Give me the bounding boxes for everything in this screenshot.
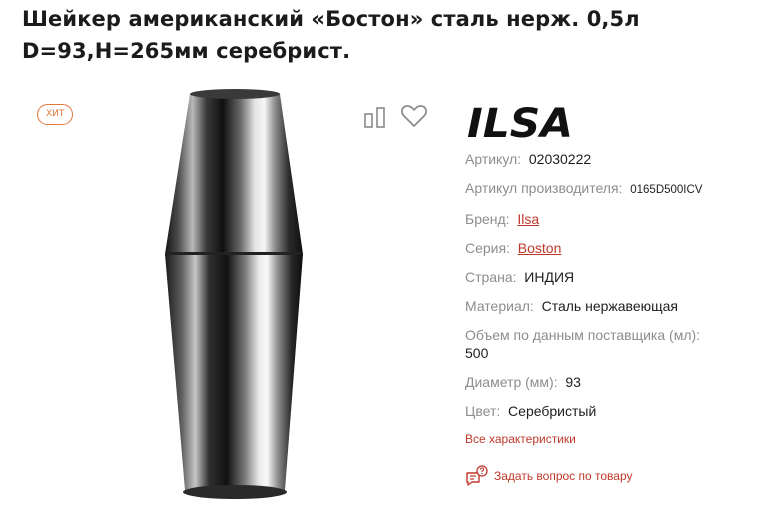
spec-label: Серия: bbox=[465, 240, 510, 256]
product-image bbox=[165, 89, 303, 499]
product-title-line-2: D=93,H=265мм серебрист. bbox=[22, 39, 351, 63]
shaker-base bbox=[183, 485, 287, 499]
spec-color: Цвет: Серебристый bbox=[465, 402, 765, 420]
spec-label: Цвет: bbox=[465, 403, 501, 419]
shaker-lower-tin bbox=[165, 254, 303, 490]
shaker-upper-tin bbox=[165, 91, 303, 254]
series-link[interactable]: Boston bbox=[518, 240, 562, 256]
spec-label: Объем по данным поставщика (мл): bbox=[465, 327, 701, 343]
spec-label: Артикул: bbox=[465, 151, 522, 167]
spec-label: Диаметр (мм): bbox=[465, 374, 558, 390]
shaker-rim bbox=[190, 89, 280, 99]
heart-icon[interactable] bbox=[400, 103, 428, 129]
spec-sku: Артикул: 02030222 bbox=[465, 150, 765, 168]
spec-manufacturer-sku: Артикул производителя: 0165D500ICV bbox=[465, 179, 765, 199]
specs-list: Артикул: 02030222 Артикул производителя:… bbox=[465, 150, 765, 431]
brand-logo-text: ILSA bbox=[467, 101, 573, 142]
spec-value: 02030222 bbox=[528, 151, 592, 167]
spec-label: Материал: bbox=[465, 298, 534, 314]
spec-value: 500 bbox=[465, 345, 489, 361]
spec-value: 0165D500ICV bbox=[630, 184, 703, 196]
spec-value: Серебристый bbox=[508, 403, 597, 419]
hit-badge: хит bbox=[37, 104, 74, 125]
spec-value: ИНДИЯ bbox=[524, 269, 575, 285]
spec-volume: Объем по данным поставщика (мл): 500 bbox=[465, 326, 765, 362]
spec-value: Сталь нержавеющая bbox=[541, 298, 678, 314]
brand-logo: ILSA bbox=[467, 101, 573, 142]
spec-label: Бренд: bbox=[465, 211, 510, 227]
ask-question-label: Задать вопрос по товару bbox=[494, 469, 633, 483]
spec-label: Страна: bbox=[465, 269, 517, 285]
all-specs-link[interactable]: Все характеристики bbox=[465, 432, 576, 446]
chat-question-icon bbox=[466, 465, 488, 486]
compare-icon[interactable] bbox=[362, 104, 388, 130]
product-title: Шейкер американский «Бостон» сталь нерж.… bbox=[22, 3, 762, 67]
spec-diameter: Диаметр (мм): 93 bbox=[465, 373, 765, 391]
brand-link[interactable]: Ilsa bbox=[517, 211, 539, 227]
spec-value: 93 bbox=[565, 374, 581, 390]
spec-country: Страна: ИНДИЯ bbox=[465, 268, 765, 286]
product-title-line-1: Шейкер американский «Бостон» сталь нерж.… bbox=[22, 7, 640, 31]
spec-series: Серия: Boston bbox=[465, 239, 765, 257]
spec-label: Артикул производителя: bbox=[465, 180, 623, 196]
spec-brand: Бренд: Ilsa bbox=[465, 210, 765, 228]
ask-question-link[interactable]: Задать вопрос по товару bbox=[465, 465, 633, 487]
spec-material: Материал: Сталь нержавеющая bbox=[465, 297, 765, 315]
